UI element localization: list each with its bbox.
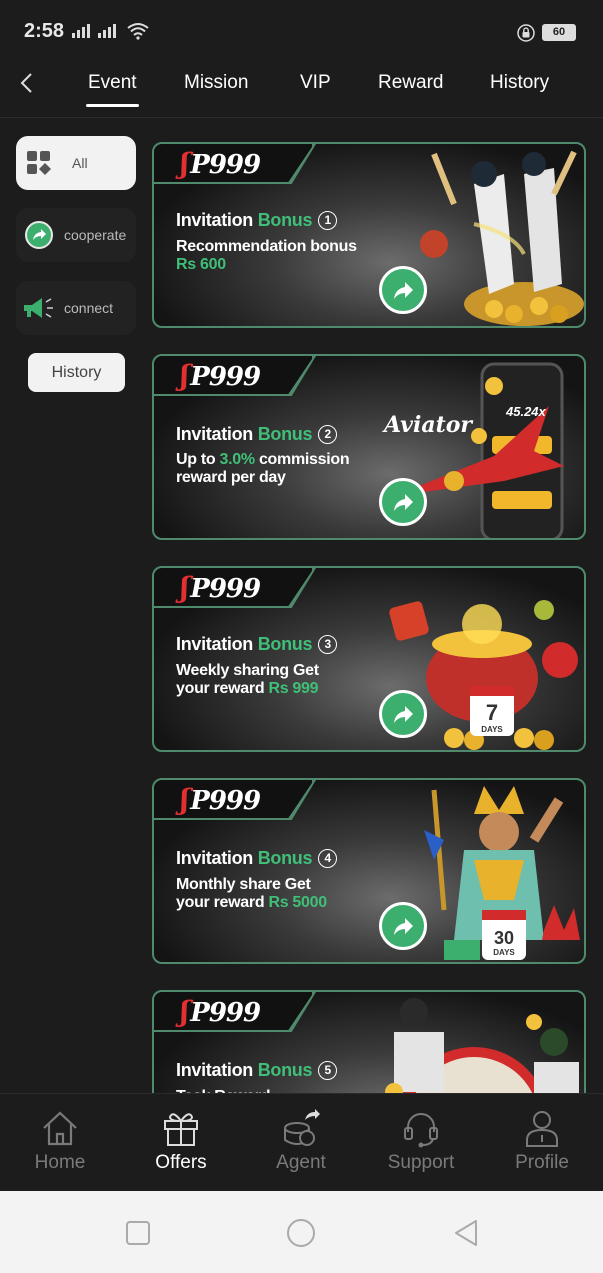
nav-support[interactable]: Support: [376, 1108, 466, 1174]
nav-home[interactable]: Home: [15, 1108, 105, 1174]
brand-logo: ʃP999: [180, 359, 261, 392]
bonus-card-1[interactable]: ʃP999 Invitation Bonus 1 Recommendation b…: [152, 142, 586, 328]
signal-icon: [72, 22, 116, 38]
share-button[interactable]: [379, 478, 427, 526]
card-title: Invitation Bonus 1: [176, 210, 338, 231]
lock-icon: [517, 24, 535, 42]
sidebar-item-all[interactable]: All: [16, 136, 136, 190]
megaphone-icon: [24, 298, 53, 318]
share-icon: [25, 221, 53, 249]
svg-text:45.24x: 45.24x: [505, 404, 547, 419]
share-button[interactable]: [379, 690, 427, 738]
brand-logo: ʃP999: [180, 995, 261, 1028]
card-title: Invitation Bonus 5: [176, 1060, 338, 1081]
share-button[interactable]: [379, 266, 427, 314]
card-title: Invitation Bonus 2: [176, 424, 338, 445]
profile-icon: [526, 1111, 558, 1147]
agent-icon: [284, 1109, 320, 1146]
sidebar-item-cooperate[interactable]: cooperate: [16, 208, 136, 262]
share-button[interactable]: [379, 902, 427, 950]
battery-icon: 60: [542, 24, 576, 41]
card-title: Invitation Bonus 3: [176, 634, 338, 655]
nav-profile[interactable]: Profile: [497, 1108, 587, 1174]
bonus-card-2[interactable]: ʃP999 Aviator 45.24x Invitation Bonus 2 U…: [152, 354, 586, 540]
tab-reward[interactable]: Reward: [378, 72, 443, 94]
gift-icon: [164, 1113, 198, 1146]
share-icon: [394, 282, 413, 299]
system-nav-bar: [0, 1191, 603, 1273]
card-title: Invitation Bonus 4: [176, 848, 338, 869]
headset-icon: [404, 1113, 438, 1148]
share-icon: [394, 706, 413, 723]
share-icon: [394, 494, 413, 511]
recent-apps-icon[interactable]: [122, 1217, 154, 1249]
home-icon: [43, 1111, 77, 1146]
svg-text:DAYS: DAYS: [493, 948, 515, 957]
bonus-card-4[interactable]: ʃP999 30 DAYS Invitation Bonus 4 Monthly …: [152, 778, 586, 964]
status-time: 2:58: [24, 20, 65, 42]
svg-text:30: 30: [494, 928, 514, 948]
card-description: Recommendation bonus Rs 600: [176, 238, 357, 273]
tab-history[interactable]: History: [490, 72, 549, 94]
nav-offers[interactable]: Offers: [136, 1108, 226, 1174]
back-icon[interactable]: [16, 72, 38, 94]
sidebar-item-label: All: [72, 155, 88, 171]
svg-text:Aviator: Aviator: [382, 412, 473, 438]
tab-event[interactable]: Event: [86, 72, 139, 107]
svg-text:DAYS: DAYS: [481, 725, 503, 734]
back-button-icon[interactable]: [450, 1217, 482, 1249]
sidebar-item-label: cooperate: [64, 227, 127, 243]
nav-agent[interactable]: Agent: [256, 1108, 346, 1174]
brand-logo: ʃP999: [180, 571, 261, 604]
svg-text:7: 7: [486, 700, 498, 725]
bonus-card-3[interactable]: ʃP999 7 DAYS Invitation Bonus 3 Weekly sh…: [152, 566, 586, 752]
status-bar: 2:58 60: [0, 0, 603, 60]
bottom-nav: Home Offers Agent Support Profile: [0, 1093, 603, 1191]
brand-logo: ʃP999: [180, 147, 261, 180]
brand-logo: ʃP999: [180, 783, 261, 816]
top-tab-bar: Event Mission VIP Reward History: [0, 60, 603, 118]
home-button-icon[interactable]: [285, 1217, 317, 1249]
card-description: Monthly share Get your reward Rs 5000: [176, 876, 327, 911]
sidebar-item-connect[interactable]: connect: [16, 281, 136, 335]
sidebar-history-button[interactable]: History: [28, 353, 125, 392]
tab-mission[interactable]: Mission: [184, 72, 248, 94]
grid-icon: [27, 151, 51, 175]
tab-vip[interactable]: VIP: [300, 72, 331, 94]
share-icon: [394, 918, 413, 935]
sidebar-item-label: connect: [64, 300, 114, 316]
card-description: Weekly sharing Get your reward Rs 999: [176, 662, 319, 697]
card-description: Up to 3.0% commission reward per day: [176, 451, 350, 486]
wifi-icon: [127, 23, 149, 40]
